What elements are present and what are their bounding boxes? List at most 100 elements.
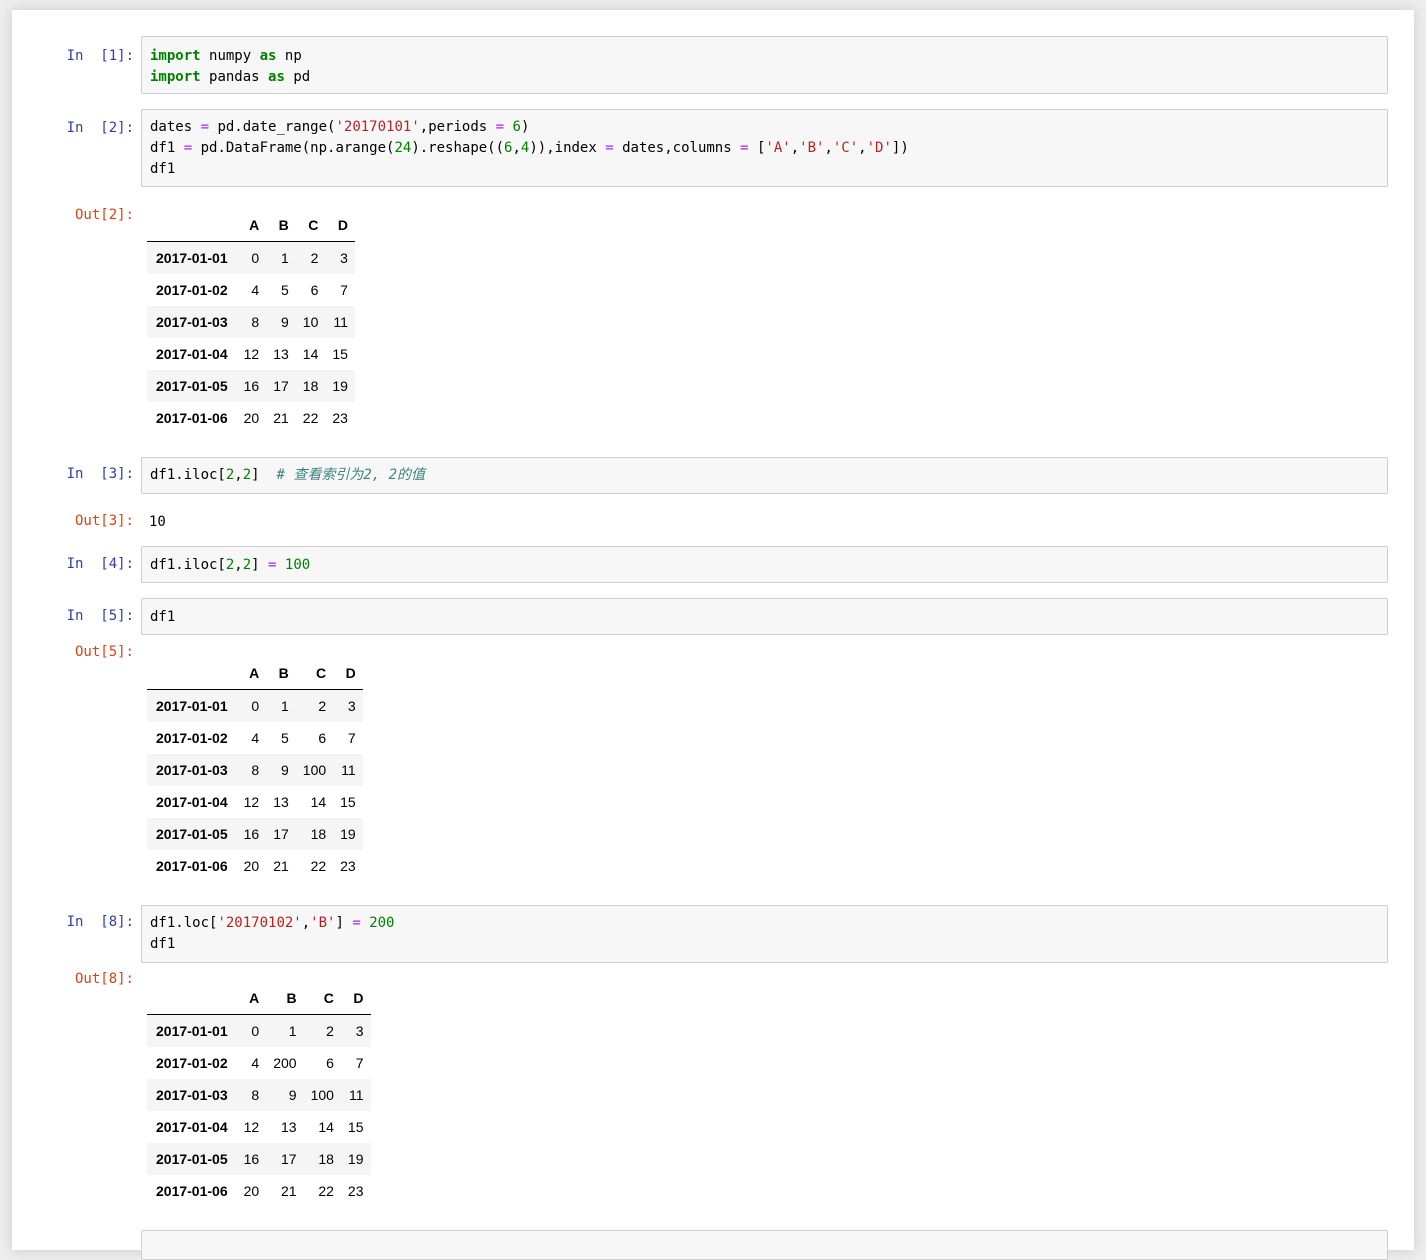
row-index: 2017-01-01 bbox=[156, 250, 228, 266]
code-token: ]) bbox=[891, 140, 909, 156]
code-input-area[interactable]: df1.iloc[2,2] = 100 bbox=[141, 546, 1388, 583]
output-prompt: Out[3]: bbox=[74, 513, 134, 529]
table-cell: 18 bbox=[318, 1151, 334, 1167]
code-input-area[interactable]: df1 bbox=[141, 598, 1388, 635]
notebook-container: In [1]: import numpy as np import pandas… bbox=[12, 10, 1414, 1260]
table-cell: 7 bbox=[347, 730, 356, 746]
code-token: 6 bbox=[512, 119, 521, 135]
table-cell: 17 bbox=[280, 1151, 297, 1167]
table-cell: 9 bbox=[280, 314, 289, 330]
code-token: , bbox=[858, 140, 867, 156]
code-line: import numpy as np bbox=[150, 46, 302, 67]
code-token: df1 bbox=[150, 936, 176, 952]
output-prompt: Out[2]: bbox=[74, 207, 134, 223]
code-token: 'D' bbox=[866, 140, 892, 156]
table-cell: 2 bbox=[326, 1023, 334, 1039]
code-input-area[interactable]: import numpy as np import pandas as pd bbox=[141, 36, 1388, 94]
table-cell: 19 bbox=[347, 1151, 364, 1167]
table-row: 2017-01-04 12 13 14 15 bbox=[147, 786, 363, 818]
code-token: df1 bbox=[150, 140, 176, 156]
code-token: = bbox=[175, 140, 201, 156]
table-cell: 8 bbox=[251, 1087, 260, 1103]
table-cell: 6 bbox=[326, 1055, 334, 1071]
code-token: pd.DataFrame(np.arange( bbox=[200, 140, 395, 156]
table-cell: 20 bbox=[243, 858, 260, 874]
table-cell: 3 bbox=[340, 250, 348, 266]
row-index: 2017-01-05 bbox=[156, 826, 228, 842]
table-row: 2017-01-03 8 9 10 11 bbox=[147, 306, 355, 338]
index-header bbox=[147, 982, 237, 1015]
output-prompt: Out[5]: bbox=[74, 644, 134, 660]
row-index: 2017-01-02 bbox=[156, 1055, 228, 1071]
table-cell: 11 bbox=[341, 762, 356, 778]
code-token: ] bbox=[251, 467, 260, 483]
input-prompt: In [5]: bbox=[66, 608, 134, 624]
code-token: # 查看索引为2, 2的值 bbox=[259, 467, 426, 483]
code-token: , bbox=[790, 140, 800, 156]
row-index: 2017-01-03 bbox=[156, 314, 228, 330]
table-cell: 100 bbox=[310, 1087, 334, 1103]
row-index: 2017-01-06 bbox=[156, 858, 228, 874]
row-index: 2017-01-01 bbox=[156, 1023, 228, 1039]
table-row: 2017-01-04 12 13 14 15 bbox=[147, 1111, 371, 1143]
table-cell: 5 bbox=[280, 282, 289, 298]
input-prompt: In [3]: bbox=[66, 466, 134, 482]
code-token: dates,columns bbox=[622, 140, 732, 156]
table-cell: 21 bbox=[280, 1183, 297, 1199]
code-token: '20170101' bbox=[335, 119, 420, 135]
table-row: 2017-01-05 16 17 18 19 bbox=[147, 818, 363, 850]
code-input-area[interactable]: dates = pd.date_range('20170101',periods… bbox=[141, 109, 1388, 187]
table-cell: 9 bbox=[280, 762, 289, 778]
next-code-input-area[interactable] bbox=[141, 1230, 1388, 1260]
table-cell: 10 bbox=[302, 314, 319, 330]
code-token: df1 bbox=[150, 609, 176, 625]
code-input-area[interactable]: df1.loc['20170102','B'] = 200 df1 bbox=[141, 905, 1388, 963]
code-token: 100 bbox=[284, 557, 311, 573]
row-index: 2017-01-02 bbox=[156, 282, 228, 298]
code-line: df1 bbox=[150, 607, 175, 628]
table-row: 2017-01-05 16 17 18 19 bbox=[147, 1143, 371, 1175]
row-index: 2017-01-06 bbox=[156, 410, 228, 426]
code-token: 200 bbox=[369, 915, 395, 931]
code-token: , bbox=[824, 140, 833, 156]
code-token: import bbox=[150, 48, 210, 64]
table-cell: 22 bbox=[318, 1183, 334, 1199]
code-token: df1.iloc[ bbox=[150, 467, 226, 483]
table-cell: 8 bbox=[251, 762, 260, 778]
table-cell: 12 bbox=[243, 794, 260, 810]
code-token: 'C' bbox=[832, 140, 859, 156]
code-line: df1.iloc[2,2] # 查看索引为2, 2的值 bbox=[150, 465, 425, 486]
table-cell: 15 bbox=[332, 346, 348, 362]
input-prompt: In [1]: bbox=[66, 48, 134, 64]
column-header: B bbox=[266, 657, 296, 690]
code-token: , bbox=[234, 557, 243, 573]
table-cell: 8 bbox=[251, 314, 260, 330]
code-input-area[interactable]: df1.iloc[2,2] # 查看索引为2, 2的值 bbox=[141, 457, 1388, 494]
row-index: 2017-01-04 bbox=[156, 794, 228, 810]
table-cell: 14 bbox=[302, 346, 319, 362]
input-prompt: In [8]: bbox=[66, 914, 134, 930]
column-header: A bbox=[236, 657, 267, 690]
column-header: D bbox=[340, 982, 371, 1015]
table-cell: 23 bbox=[340, 858, 356, 874]
table-row: 2017-01-06 20 21 22 23 bbox=[147, 1175, 371, 1207]
column-header: C bbox=[295, 209, 326, 242]
table-row: 2017-01-01 0 1 2 3 bbox=[147, 241, 355, 274]
table-cell: 11 bbox=[348, 1087, 364, 1103]
code-token: pandas bbox=[209, 69, 260, 85]
table-cell: 19 bbox=[340, 826, 356, 842]
column-header: B bbox=[266, 982, 304, 1015]
table-cell: 16 bbox=[243, 826, 260, 842]
row-index: 2017-01-04 bbox=[156, 1119, 228, 1135]
code-line: dates = pd.date_range('20170101',periods… bbox=[150, 117, 529, 138]
code-token: )),index bbox=[529, 140, 597, 156]
table-cell: 4 bbox=[251, 282, 260, 298]
code-token: 24 bbox=[394, 140, 412, 156]
column-header: A bbox=[236, 209, 267, 242]
table-cell: 19 bbox=[332, 378, 348, 394]
table-row: 2017-01-01 0 1 2 3 bbox=[147, 689, 363, 722]
code-token: 2 bbox=[242, 557, 252, 573]
table-cell: 4 bbox=[251, 1055, 260, 1071]
code-token: = bbox=[487, 119, 513, 135]
code-token: 'B' bbox=[310, 915, 336, 931]
